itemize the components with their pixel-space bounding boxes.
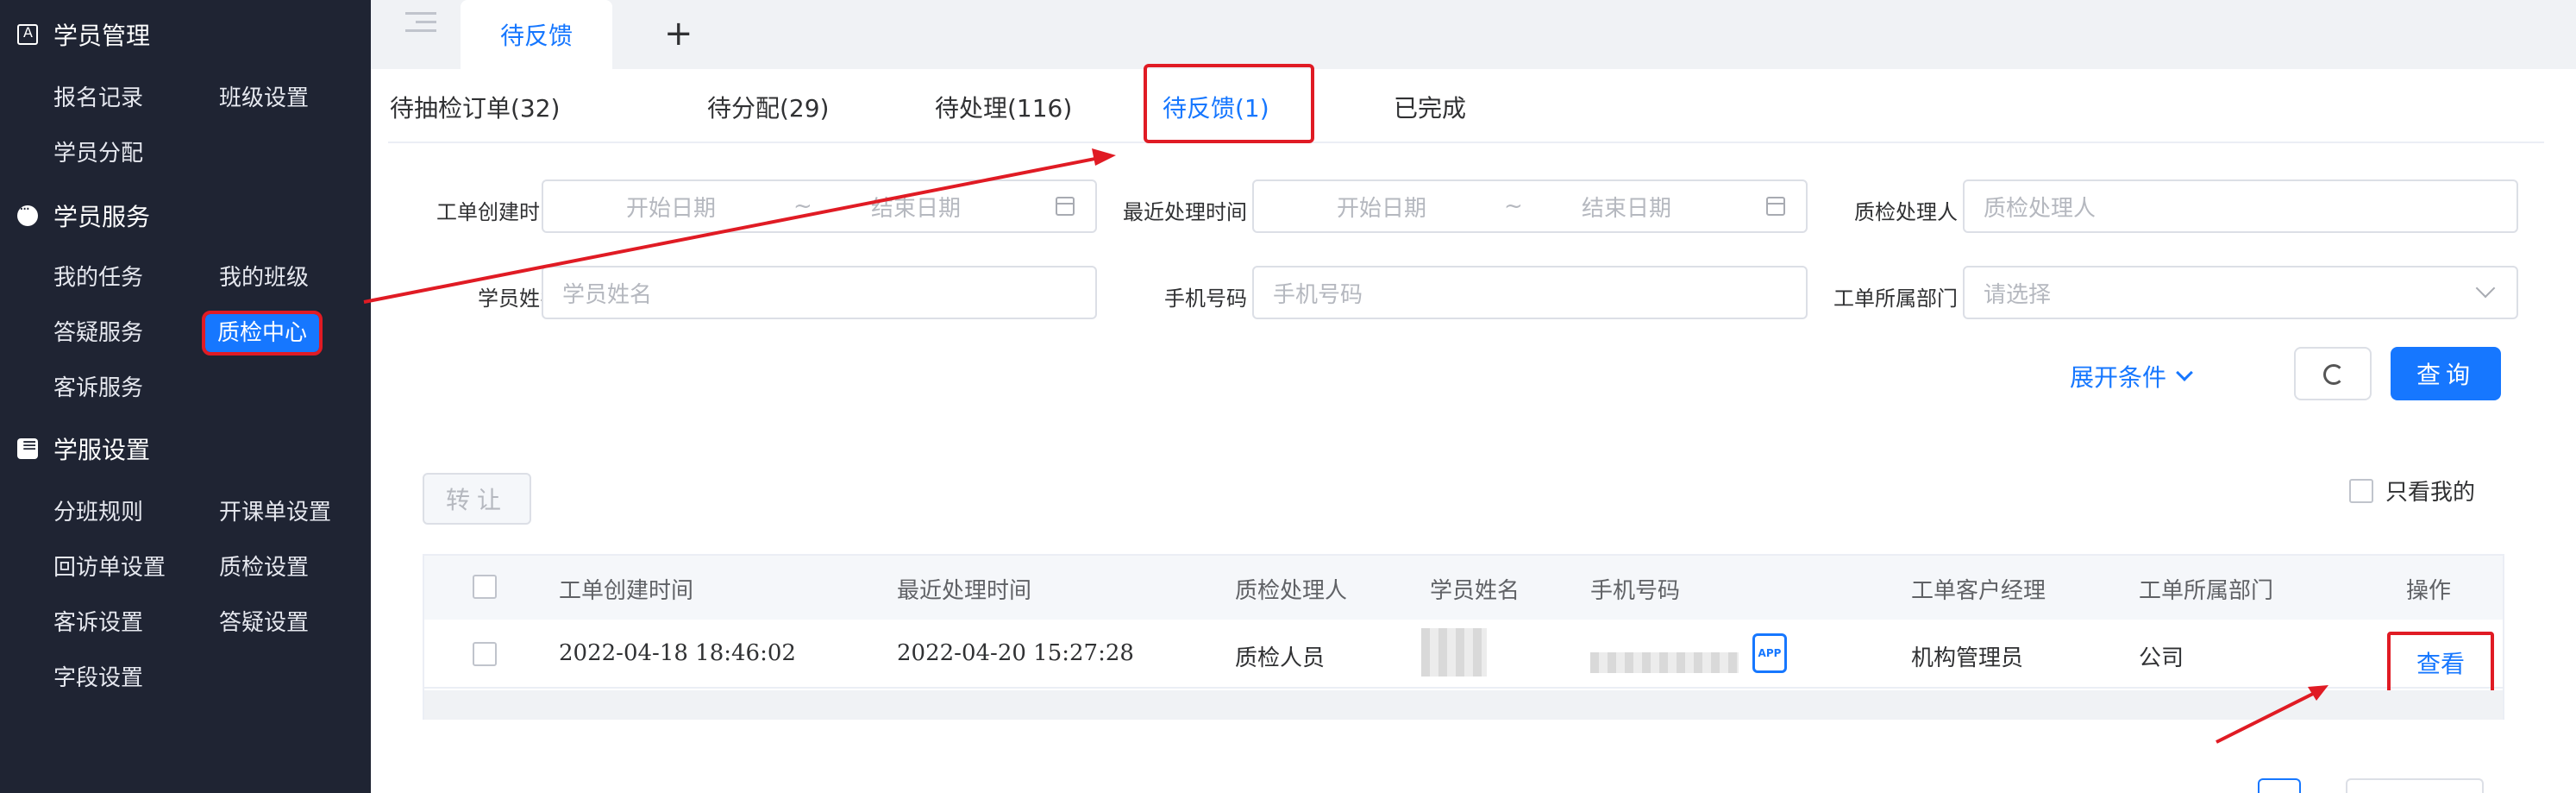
last-process-time-label: 最近处理时间	[1123, 200, 1247, 224]
select-all-checkbox[interactable]	[473, 575, 497, 599]
annotation-highlight-box	[1144, 64, 1314, 143]
sidebar-group-title: 学员服务	[53, 203, 151, 231]
inspector-input[interactable]: 质检处理人	[1963, 179, 2518, 233]
only-mine-checkbox[interactable]: 只看我的	[2349, 475, 2475, 507]
sidebar-group-title: 学员管理	[53, 22, 151, 50]
col-actions: 操作	[2406, 578, 2452, 604]
create-time-label: 工单创建时间	[436, 200, 561, 224]
sidebar-item-class-rules[interactable]: 分班规则	[48, 494, 148, 532]
table-row: 2022-04-18 18:46:02 2022-04-20 15:27:28 …	[424, 620, 2503, 694]
pagination-size-select[interactable]	[2346, 778, 2484, 793]
chat-icon	[17, 200, 38, 226]
transfer-button[interactable]: 转让	[423, 473, 531, 525]
cell-inspector: 质检人员	[1235, 645, 1326, 671]
redacted-student-name	[1421, 628, 1487, 677]
expand-conditions-label: 展开条件	[2070, 363, 2167, 392]
col-create-time: 工单创建时间	[559, 578, 694, 604]
cell-create-time: 2022-04-18 18:46:02	[559, 640, 796, 666]
table-header: 工单创建时间 最近处理时间 质检处理人 学员姓名 手机号码 工单客户经理 工单所…	[424, 556, 2503, 620]
top-tab-bar: 待反馈 +	[371, 0, 2576, 69]
sidebar-item-qa-service[interactable]: 答疑服务	[48, 314, 148, 352]
student-name-placeholder: 学员姓名	[562, 281, 653, 308]
start-date-placeholder: 开始日期	[1337, 195, 1427, 222]
cell-last-process-time: 2022-04-20 15:27:28	[897, 640, 1134, 666]
end-date-placeholder: 结束日期	[1582, 195, 1672, 222]
col-student-name: 学员姓名	[1430, 578, 1520, 604]
col-inspector: 质检处理人	[1235, 578, 1348, 604]
calendar-icon	[1766, 197, 1785, 216]
sidebar-item-followup-settings[interactable]: 回访单设置	[48, 549, 171, 587]
view-link[interactable]: 查看	[2387, 632, 2494, 694]
book-icon	[17, 24, 38, 45]
sidebar-group-service-settings[interactable]: 学服设置	[17, 431, 150, 466]
sidebar-item-course-order-settings[interactable]: 开课单设置	[214, 494, 336, 532]
sidebar: 学员管理 报名记录 班级设置 学员分配 学员服务 我的任务 我的班级 答疑服务 …	[0, 0, 371, 793]
sidebar-item-class-settings[interactable]: 班级设置	[214, 79, 314, 117]
start-date-placeholder: 开始日期	[626, 195, 717, 222]
expand-conditions-toggle[interactable]: 展开条件	[2070, 359, 2193, 393]
cell-account-manager: 机构管理员	[1911, 645, 2024, 671]
horizontal-scrollbar[interactable]	[424, 690, 2503, 720]
work-order-table: 工单创建时间 最近处理时间 质检处理人 学员姓名 手机号码 工单客户经理 工单所…	[423, 554, 2504, 720]
range-separator: ~	[793, 193, 812, 219]
range-separator: ~	[1504, 193, 1523, 219]
last-process-range-picker[interactable]: 开始日期 ~ 结束日期	[1252, 179, 1808, 233]
col-last-process-time: 最近处理时间	[897, 578, 1032, 604]
sidebar-item-student-assignment[interactable]: 学员分配	[48, 135, 148, 173]
student-name-input[interactable]: 学员姓名	[542, 266, 1097, 319]
sidebar-item-enrollment-records[interactable]: 报名记录	[48, 79, 148, 117]
chevron-down-icon	[2176, 364, 2193, 381]
inspector-label: 质检处理人	[1854, 200, 1958, 224]
app-root: 学员管理 报名记录 班级设置 学员分配 学员服务 我的任务 我的班级 答疑服务 …	[0, 0, 2576, 793]
menu-fold-icon[interactable]	[405, 12, 436, 38]
end-date-placeholder: 结束日期	[871, 195, 962, 222]
pagination-current-page[interactable]	[2258, 778, 2301, 793]
sidebar-item-field-settings[interactable]: 字段设置	[48, 659, 148, 697]
query-button[interactable]: 查询	[2391, 347, 2501, 400]
tab-completed[interactable]: 已完成	[1394, 90, 1466, 124]
app-icon: APP	[1752, 633, 1787, 673]
add-tab-button[interactable]: +	[664, 14, 693, 53]
tab-pending-feedback[interactable]: 待反馈	[461, 0, 612, 69]
refresh-button[interactable]	[2294, 347, 2372, 400]
redacted-phone	[1590, 652, 1739, 673]
settings-icon	[17, 435, 38, 459]
sidebar-group-student-management[interactable]: 学员管理	[17, 17, 150, 52]
sidebar-item-quality-center[interactable]: 质检中心	[201, 311, 323, 356]
sidebar-item-complaint-service[interactable]: 客诉服务	[48, 369, 148, 407]
sidebar-item-my-tasks[interactable]: 我的任务	[48, 259, 148, 297]
sidebar-item-qa-settings[interactable]: 答疑设置	[214, 604, 314, 642]
student-name-label: 学员姓名	[478, 286, 561, 311]
dept-select[interactable]: 请选择	[1963, 266, 2518, 319]
phone-placeholder: 手机号码	[1273, 281, 1363, 308]
calendar-icon	[1056, 197, 1075, 216]
sidebar-group-student-service[interactable]: 学员服务	[17, 198, 150, 233]
chevron-down-icon	[2475, 278, 2496, 299]
checkbox[interactable]	[2349, 478, 2373, 503]
only-mine-label: 只看我的	[2385, 480, 2476, 506]
sidebar-item-quality-settings[interactable]: 质检设置	[214, 549, 314, 587]
inspector-placeholder: 质检处理人	[1984, 195, 2097, 222]
sidebar-item-my-classes[interactable]: 我的班级	[214, 259, 314, 297]
col-account-manager: 工单客户经理	[1911, 578, 2046, 604]
refresh-icon	[2323, 364, 2344, 385]
sidebar-group-title: 学服设置	[53, 436, 151, 464]
phone-label: 手机号码	[1164, 286, 1247, 311]
phone-input[interactable]: 手机号码	[1252, 266, 1808, 319]
row-checkbox[interactable]	[473, 642, 497, 666]
tab-pending-process[interactable]: 待处理(116)	[935, 90, 1072, 124]
dept-label: 工单所属部门	[1833, 286, 1958, 311]
sidebar-item-complaint-settings[interactable]: 客诉设置	[48, 604, 148, 642]
main-content: 待抽检订单(32) 待分配(29) 待处理(116) 待反馈(1) 已完成 工单…	[371, 64, 2576, 793]
create-time-range-picker[interactable]: 开始日期 ~ 结束日期	[542, 179, 1097, 233]
tab-pending-inspection[interactable]: 待抽检订单(32)	[390, 90, 560, 124]
dept-placeholder: 请选择	[1984, 281, 2052, 308]
status-tabs: 待抽检订单(32) 待分配(29) 待处理(116) 待反馈(1) 已完成	[388, 64, 2544, 143]
col-department: 工单所属部门	[2139, 578, 2274, 604]
tab-pending-assign[interactable]: 待分配(29)	[707, 90, 829, 124]
col-phone: 手机号码	[1590, 578, 1681, 604]
cell-department: 公司	[2139, 645, 2184, 671]
